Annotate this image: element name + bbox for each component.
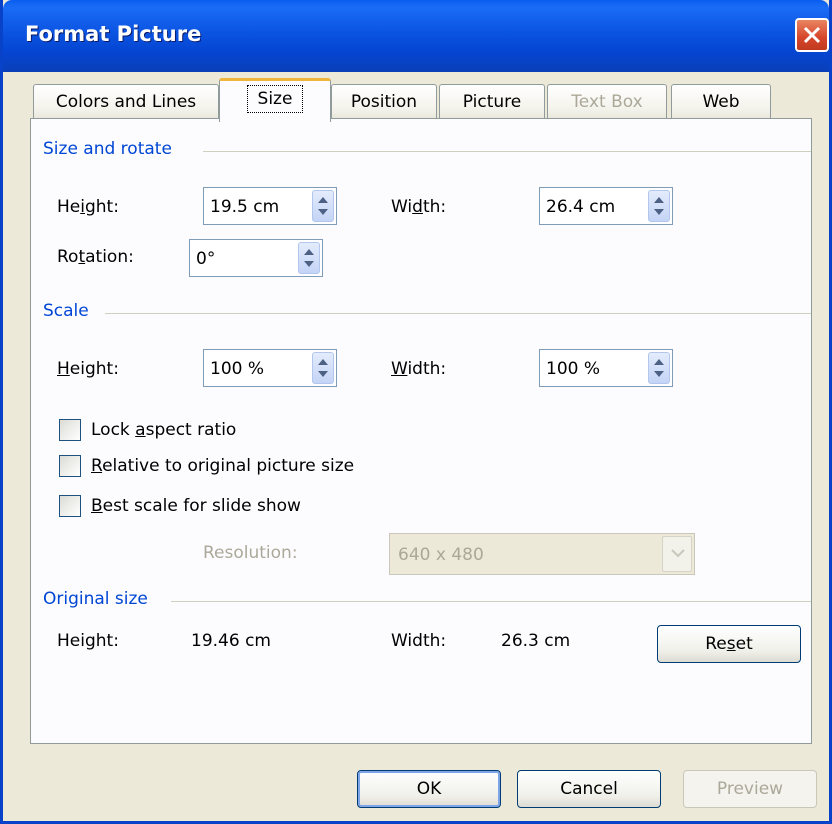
resolution-select: 640 x 480 bbox=[389, 533, 695, 575]
tab-size[interactable]: Size bbox=[219, 78, 331, 122]
spin-arrows-icon bbox=[318, 197, 328, 215]
tab-label: Position bbox=[350, 92, 418, 112]
spin-buttons[interactable] bbox=[648, 352, 670, 384]
spin-buttons[interactable] bbox=[312, 352, 334, 384]
tab-picture[interactable]: Picture bbox=[439, 84, 545, 121]
spin-arrows-icon bbox=[318, 359, 328, 377]
tab-web[interactable]: Web bbox=[671, 84, 771, 121]
original-width-value: 26.3 cm bbox=[501, 631, 571, 651]
ok-button[interactable]: OK bbox=[357, 770, 501, 808]
spin-buttons[interactable] bbox=[312, 190, 334, 222]
original-width-label: Width: bbox=[391, 631, 447, 651]
scale-width-label: Width: bbox=[391, 359, 447, 379]
spin-buttons[interactable] bbox=[648, 190, 670, 222]
dialog-title: Format Picture bbox=[25, 22, 202, 46]
width-value: 26.4 cm bbox=[546, 197, 616, 217]
tab-colors-and-lines[interactable]: Colors and Lines bbox=[33, 84, 219, 121]
spin-arrows-icon bbox=[654, 197, 664, 215]
chevron-down-icon bbox=[671, 549, 685, 558]
title-bar[interactable]: Format Picture bbox=[3, 0, 829, 72]
tab-text-box: Text Box bbox=[547, 84, 667, 121]
format-picture-dialog: Format Picture Colors and Lines Size Pos… bbox=[0, 0, 832, 824]
height-spinner[interactable]: 19.5 cm bbox=[203, 187, 337, 225]
relative-to-original-checkbox[interactable] bbox=[59, 455, 81, 477]
lock-aspect-ratio-label[interactable]: Lock aspect ratio bbox=[91, 420, 236, 440]
section-original-size-heading: Original size bbox=[43, 589, 148, 609]
spin-buttons[interactable] bbox=[298, 242, 320, 274]
tab-label: Colors and Lines bbox=[55, 92, 197, 112]
close-button[interactable] bbox=[795, 18, 829, 52]
resolution-label: Resolution: bbox=[203, 543, 298, 563]
relative-to-original-label[interactable]: Relative to original picture size bbox=[91, 456, 354, 476]
scale-height-label: Height: bbox=[57, 359, 119, 379]
tab-position[interactable]: Position bbox=[331, 84, 437, 121]
size-tab-panel: Size and rotate Height: 19.5 cm Width: 2… bbox=[30, 118, 812, 744]
original-height-value: 19.46 cm bbox=[191, 631, 271, 651]
rotation-label: Rotation: bbox=[57, 247, 134, 267]
section-divider bbox=[105, 313, 811, 314]
preview-button: Preview bbox=[683, 770, 817, 808]
dropdown-arrow bbox=[662, 536, 692, 572]
width-label: Width: bbox=[391, 197, 447, 217]
scale-width-value: 100 % bbox=[546, 359, 601, 379]
reset-button[interactable]: Reset bbox=[657, 625, 801, 663]
height-label: Height: bbox=[57, 197, 119, 217]
scale-height-spinner[interactable]: 100 % bbox=[203, 349, 337, 387]
rotation-spinner[interactable]: 0° bbox=[189, 239, 323, 277]
rotation-value: 0° bbox=[196, 249, 216, 269]
width-spinner[interactable]: 26.4 cm bbox=[539, 187, 673, 225]
cancel-button[interactable]: Cancel bbox=[517, 770, 661, 808]
section-divider bbox=[171, 601, 811, 602]
best-scale-checkbox[interactable] bbox=[59, 495, 81, 517]
resolution-value: 640 x 480 bbox=[398, 545, 484, 565]
section-scale-heading: Scale bbox=[43, 301, 89, 321]
tab-label: Web bbox=[702, 92, 740, 112]
tab-label: Picture bbox=[462, 92, 522, 112]
best-scale-label[interactable]: Best scale for slide show bbox=[91, 496, 301, 516]
spin-arrows-icon bbox=[654, 359, 664, 377]
tab-label: Size bbox=[246, 85, 304, 113]
section-size-and-rotate-heading: Size and rotate bbox=[43, 139, 172, 159]
lock-aspect-ratio-checkbox[interactable] bbox=[59, 419, 81, 441]
close-icon bbox=[803, 26, 821, 44]
section-divider bbox=[203, 151, 811, 152]
scale-width-spinner[interactable]: 100 % bbox=[539, 349, 673, 387]
scale-height-value: 100 % bbox=[210, 359, 265, 379]
height-value: 19.5 cm bbox=[210, 197, 280, 217]
tab-strip: Colors and Lines Size Position Picture T… bbox=[31, 78, 791, 122]
spin-arrows-icon bbox=[304, 249, 314, 267]
original-height-label: Height: bbox=[57, 631, 119, 651]
tab-label: Text Box bbox=[571, 92, 643, 112]
